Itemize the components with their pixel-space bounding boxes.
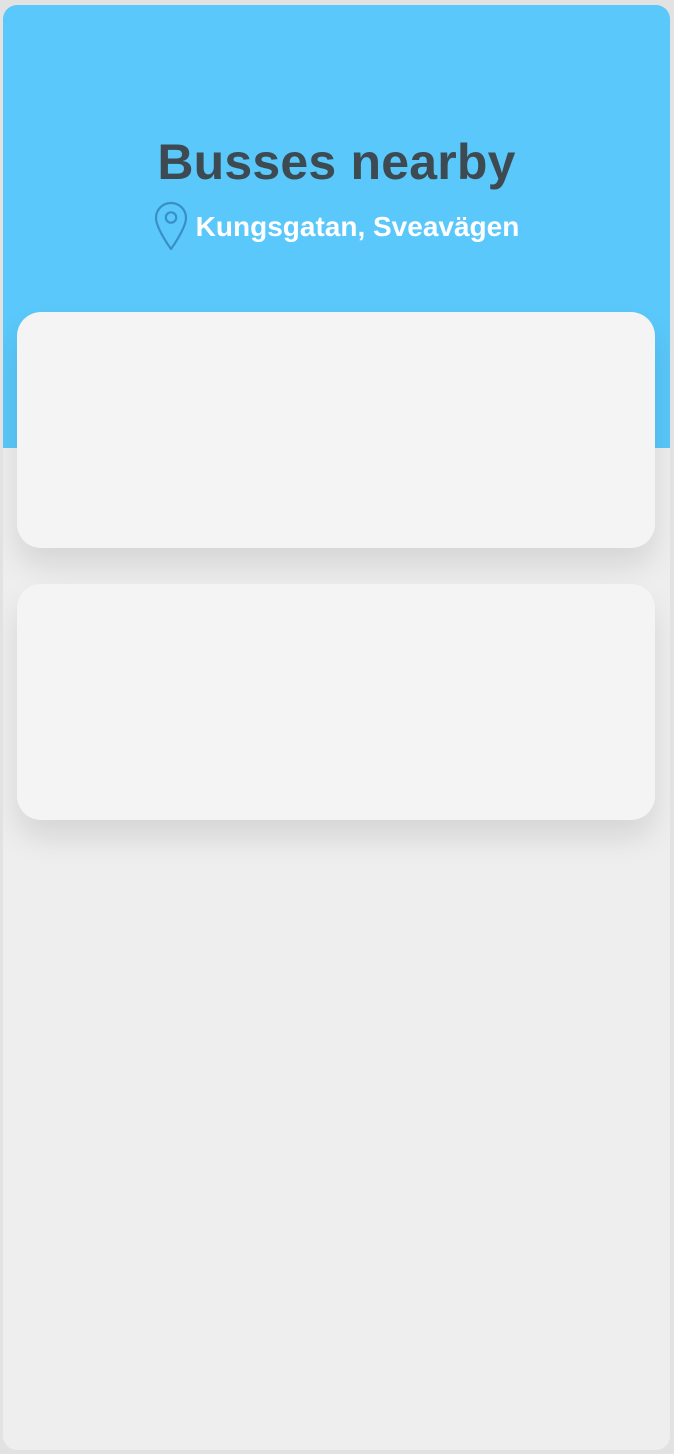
app-screen: Busses nearby Kungsgatan, Sveavägen bbox=[3, 5, 670, 1450]
bus-card[interactable] bbox=[17, 584, 655, 820]
location-row: Kungsgatan, Sveavägen bbox=[3, 201, 670, 251]
page-title: Busses nearby bbox=[157, 134, 516, 190]
bus-card[interactable] bbox=[17, 312, 655, 548]
location-label: Kungsgatan, Sveavägen bbox=[195, 211, 520, 242]
map-pin-icon bbox=[154, 201, 187, 251]
